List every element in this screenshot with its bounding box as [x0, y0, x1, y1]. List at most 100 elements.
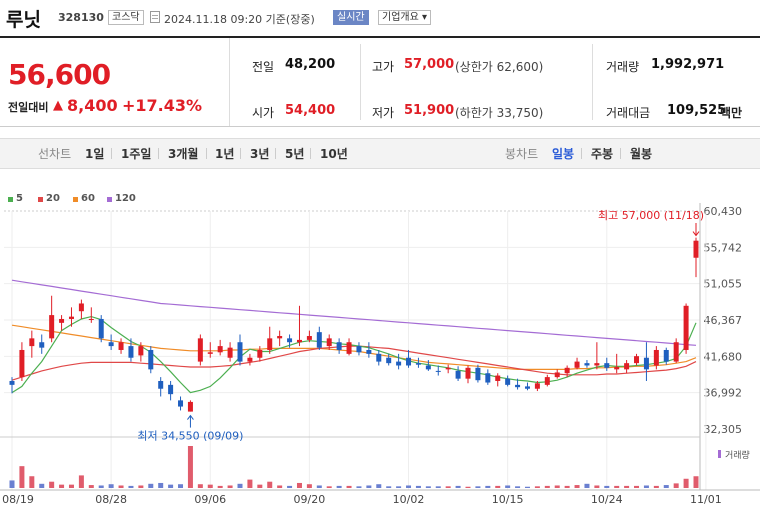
candle-body [9, 380, 15, 385]
volume-bar [386, 486, 392, 488]
volume-bar [564, 485, 570, 488]
volume-bar [187, 446, 193, 488]
volume-label: 거래량 [725, 449, 750, 461]
volume-bar [178, 484, 184, 488]
volume-bar [495, 485, 501, 488]
candle-body [316, 332, 322, 348]
candle-body [98, 318, 104, 339]
volume-bar [534, 486, 540, 488]
candle-body [544, 377, 550, 385]
volume-bar [29, 476, 35, 488]
volume-bar [168, 484, 174, 488]
candle-body [376, 353, 382, 362]
volume-bar [78, 475, 84, 488]
volume-bar [574, 485, 580, 488]
volume-bar [148, 483, 154, 488]
volume-bar [356, 486, 362, 488]
candle-body [296, 339, 302, 343]
candle-body [415, 363, 421, 365]
candle-body [465, 367, 471, 379]
volume-bar [247, 479, 253, 488]
candle-body [673, 342, 679, 362]
volume-bar [296, 482, 302, 488]
candle-body [505, 378, 511, 385]
candle-body [445, 367, 451, 370]
y-tick-label: 51,055 [704, 278, 743, 291]
candle-body [287, 338, 293, 343]
candle-body [88, 318, 94, 320]
volume-bar [634, 485, 640, 488]
candle-body [168, 384, 174, 395]
volume-bar [425, 486, 431, 488]
candle-body [554, 372, 560, 378]
candle-body [604, 363, 610, 368]
volume-bar [643, 485, 649, 488]
candle-body [564, 367, 570, 374]
candle-body [346, 342, 352, 354]
volume-bar [39, 483, 45, 488]
volume-bar [128, 485, 134, 488]
volume-bar [653, 485, 659, 488]
volume-bar [475, 486, 481, 488]
candle-body [614, 367, 620, 370]
volume-bar [346, 485, 352, 488]
volume-bar [435, 486, 441, 488]
volume-bar [584, 483, 590, 488]
candle-body [158, 380, 164, 389]
volume-bar [277, 485, 283, 488]
candle-body [237, 342, 243, 362]
volume-bar [485, 485, 491, 488]
candle-body [624, 363, 630, 370]
candle-body [247, 357, 253, 362]
candle-body [217, 346, 223, 353]
volume-bar [376, 484, 382, 488]
candle-body [524, 386, 530, 389]
candle-body [515, 384, 521, 388]
candle-body [19, 349, 25, 378]
candle-body [306, 336, 312, 340]
candle-body [326, 338, 332, 347]
candle-body [49, 315, 55, 339]
volume-bar [673, 483, 679, 488]
volume-bar [237, 483, 243, 488]
x-tick-label: 08/28 [95, 493, 127, 506]
volume-bar [306, 484, 312, 488]
volume-bar [68, 484, 74, 488]
x-tick-label: 10/15 [492, 493, 524, 506]
volume-bar [594, 485, 600, 488]
volume-bar [88, 485, 94, 488]
volume-bar [197, 484, 203, 488]
volume-bar [445, 486, 451, 488]
volume-bar [217, 485, 223, 488]
volume-bar [515, 486, 521, 488]
x-tick-label: 10/24 [591, 493, 623, 506]
y-tick-label: 55,742 [704, 241, 743, 254]
x-tick-label: 09/06 [194, 493, 226, 506]
volume-bar [544, 485, 550, 488]
volume-bar [138, 485, 144, 488]
candle-body [29, 338, 35, 347]
volume-bar [396, 486, 402, 488]
candle-body [386, 357, 392, 364]
candle-body [277, 336, 283, 339]
candle-body [594, 363, 600, 366]
candle-body [108, 342, 114, 347]
volume-bar [158, 482, 164, 488]
volume-bar [366, 485, 372, 488]
y-tick-label: 60,430 [704, 205, 743, 218]
candle-body [59, 318, 65, 323]
candle-body [207, 352, 213, 354]
volume-bar [604, 485, 610, 488]
candle-body [227, 347, 233, 358]
candle-body [495, 375, 501, 381]
volume-bar [505, 485, 511, 488]
candle-body [197, 338, 203, 362]
candle-body [435, 370, 441, 372]
volume-bar [614, 485, 620, 488]
candle-body [78, 303, 84, 312]
candle-body [693, 240, 699, 258]
x-tick-label: 09/20 [294, 493, 326, 506]
volume-bar [316, 485, 322, 488]
candle-body [574, 361, 580, 368]
y-tick-label: 32,305 [704, 423, 743, 436]
